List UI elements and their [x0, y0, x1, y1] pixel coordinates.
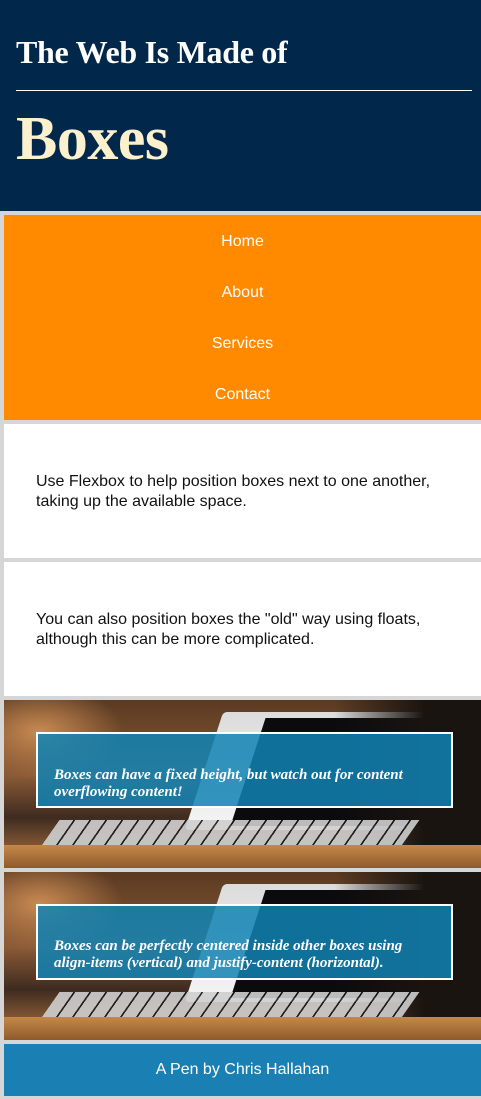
- panel-text: You can also position boxes the "old" wa…: [36, 611, 421, 648]
- text-panel-flexbox: Use Flexbox to help position boxes next …: [4, 424, 481, 558]
- site-header: The Web Is Made of Boxes: [0, 0, 481, 211]
- image-box-centered: Boxes can be perfectly centered inside o…: [4, 872, 481, 1040]
- site-footer: A Pen by Chris Hallahan: [4, 1044, 481, 1096]
- table-surface: [4, 1017, 481, 1040]
- image-box-fixed-height: Boxes can have a fixed height, but watch…: [4, 700, 481, 868]
- nav-item-about[interactable]: About: [4, 283, 481, 303]
- nav-item-home[interactable]: Home: [4, 232, 481, 252]
- nav-item-contact[interactable]: Contact: [4, 385, 481, 405]
- panel-text: Use Flexbox to help position boxes next …: [36, 473, 431, 510]
- nav-item-services[interactable]: Services: [4, 334, 481, 354]
- caption-box: Boxes can have a fixed height, but watch…: [36, 732, 453, 808]
- text-panel-floats: You can also position boxes the "old" wa…: [4, 562, 481, 696]
- caption-text: Boxes can have a fixed height, but watch…: [54, 767, 403, 800]
- table-surface: [4, 845, 481, 868]
- header-pretitle: The Web Is Made of: [16, 34, 288, 70]
- caption-box: Boxes can be perfectly centered inside o…: [36, 904, 453, 980]
- header-divider: [16, 90, 472, 91]
- main-nav: Home About Services Contact: [4, 215, 481, 420]
- page-title: Boxes: [16, 105, 169, 173]
- caption-text: Boxes can be perfectly centered inside o…: [54, 938, 403, 971]
- footer-credit[interactable]: A Pen by Chris Hallahan: [4, 1060, 481, 1080]
